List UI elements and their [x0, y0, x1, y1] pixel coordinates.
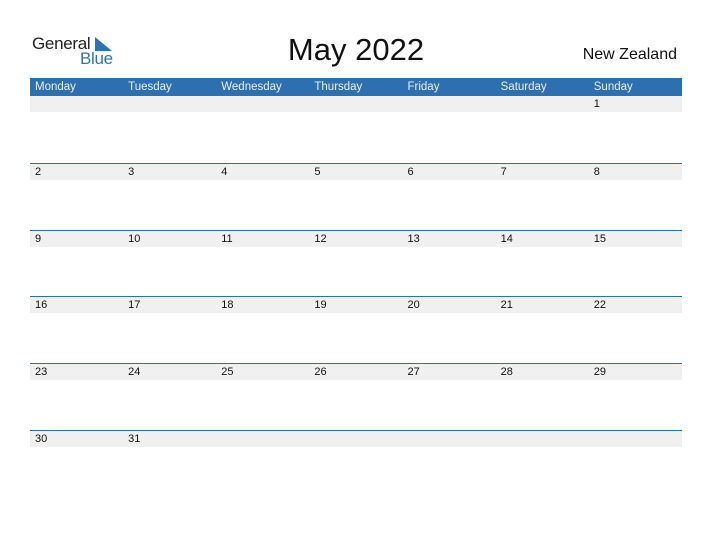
day-number: 12	[314, 233, 327, 245]
day-number	[496, 431, 589, 447]
calendar-week-row: 9 10 11 12 13 14 15	[30, 230, 682, 298]
calendar-week-row: 1	[30, 96, 682, 163]
day-number: 29	[593, 366, 606, 378]
day-number	[216, 431, 309, 447]
day-number: 20	[407, 299, 420, 311]
country-label: New Zealand	[582, 46, 677, 63]
date-strip: 16 17 18 19 20 21 22	[30, 297, 682, 313]
weekday-thursday: Thursday	[314, 81, 363, 93]
date-strip: 30 31	[30, 431, 682, 447]
weekday-monday: Monday	[35, 81, 76, 93]
day-number	[123, 96, 216, 112]
day-number: 14	[500, 233, 513, 245]
day-number	[589, 431, 682, 447]
day-number: 31	[128, 433, 141, 445]
day-number: 19	[314, 299, 327, 311]
weekday-wednesday: Wednesday	[221, 81, 282, 93]
day-number: 10	[128, 233, 141, 245]
day-number: 6	[407, 166, 414, 178]
weekday-tuesday: Tuesday	[128, 81, 172, 93]
weekday-sunday: Sunday	[593, 81, 633, 93]
day-number: 4	[221, 166, 228, 178]
day-number: 16	[35, 299, 48, 311]
day-number: 11	[221, 233, 233, 245]
day-number: 2	[35, 166, 42, 178]
calendar-week-row: 2 3 4 5 6 7 8	[30, 163, 682, 231]
day-number: 17	[128, 299, 141, 311]
weekday-saturday: Saturday	[500, 81, 547, 93]
day-number: 1	[593, 98, 600, 110]
day-number	[30, 96, 123, 112]
day-number	[403, 431, 496, 447]
day-number: 8	[593, 166, 600, 178]
date-strip: 9 10 11 12 13 14 15	[30, 231, 682, 247]
date-strip: 2 3 4 5 6 7 8	[30, 164, 682, 180]
day-number: 3	[128, 166, 135, 178]
day-number	[496, 96, 589, 112]
day-number: 27	[407, 366, 420, 378]
day-number: 9	[35, 233, 42, 245]
calendar-week-row: 23 24 25 26 27 28 29	[30, 363, 682, 431]
day-number: 23	[35, 366, 48, 378]
day-number: 26	[314, 366, 327, 378]
day-number: 18	[221, 299, 234, 311]
calendar-week-row: 16 17 18 19 20 21 22	[30, 296, 682, 364]
date-strip: 1	[30, 96, 682, 112]
day-number: 22	[593, 299, 606, 311]
day-number	[309, 96, 402, 112]
day-number	[403, 96, 496, 112]
date-strip: 23 24 25 26 27 28 29	[30, 364, 682, 380]
day-number: 30	[35, 433, 48, 445]
day-number	[216, 96, 309, 112]
day-number: 13	[407, 233, 420, 245]
day-number: 25	[221, 366, 234, 378]
day-number: 28	[500, 366, 513, 378]
day-number: 15	[593, 233, 606, 245]
day-number: 21	[500, 299, 513, 311]
day-number: 5	[314, 166, 321, 178]
weekday-header: Monday Tuesday Wednesday Thursday Friday…	[30, 78, 682, 96]
day-number	[309, 431, 402, 447]
calendar-week-row: 30 31	[30, 430, 682, 498]
day-number: 7	[500, 166, 507, 178]
weekday-friday: Friday	[407, 81, 440, 93]
day-number: 24	[128, 366, 141, 378]
